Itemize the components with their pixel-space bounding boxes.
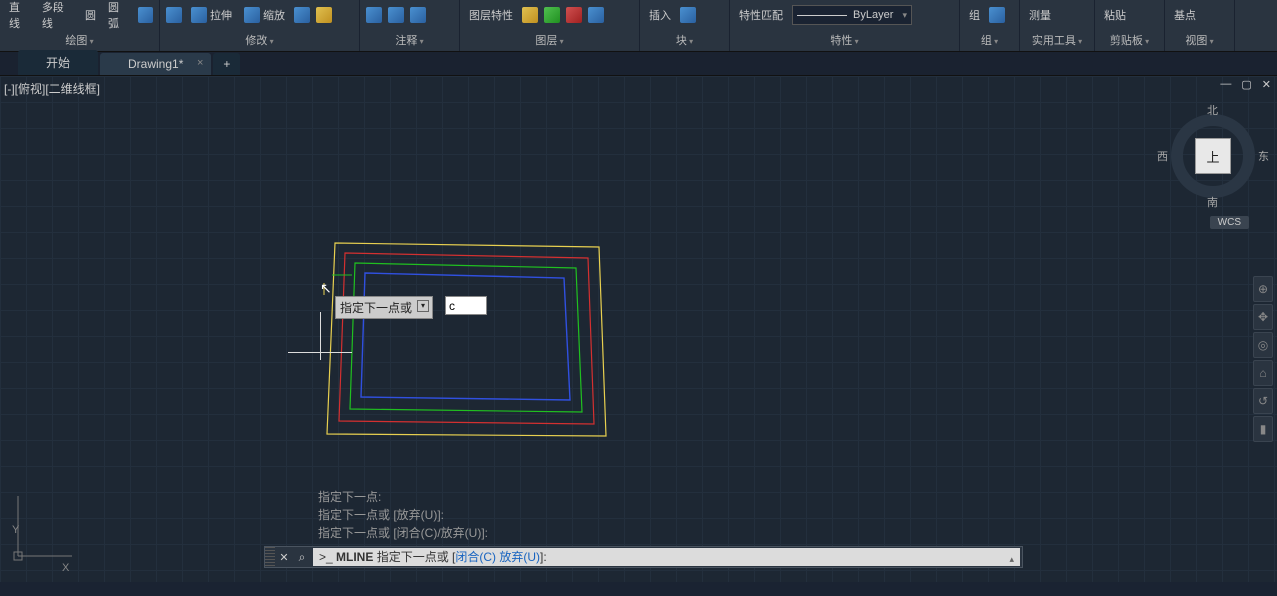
nav-wheel-icon[interactable]: ⊕ bbox=[1253, 276, 1273, 302]
command-line: ✕ ⌕ >_ MLINE 指定下一点或 [闭合(C) 放弃(U)]: bbox=[264, 546, 1023, 568]
drawing-canvas[interactable]: [-][俯视][二维线框] — ▢ ✕ ↖ 指定下一点或 ▾ bbox=[0, 76, 1277, 582]
group-label-layer[interactable]: 图层 bbox=[460, 30, 639, 51]
dynamic-input[interactable] bbox=[445, 296, 487, 315]
ribbon-group-props: 特性匹配 ByLayer 特性 bbox=[730, 0, 960, 51]
dim-icon[interactable] bbox=[388, 7, 404, 23]
navbar-right: ⊕ ✥ ◎ ⌂ ↺ ▮ bbox=[1253, 276, 1275, 442]
nav-orbit-icon[interactable]: ⌂ bbox=[1253, 360, 1273, 386]
ribbon-group-layer: 图层特性 图层 bbox=[460, 0, 640, 51]
layer-props[interactable]: 图层特性 bbox=[466, 5, 516, 25]
nav-pan-icon[interactable]: ✥ bbox=[1253, 304, 1273, 330]
viewcube-east[interactable]: 东 bbox=[1258, 148, 1269, 164]
measure-tool[interactable]: 测量 bbox=[1026, 5, 1054, 25]
group-label-annot[interactable]: 注释 bbox=[360, 30, 459, 51]
layer-icon3[interactable] bbox=[566, 7, 582, 23]
tab-drawing1[interactable]: Drawing1*× bbox=[100, 53, 211, 75]
ribbon-group-clip: 粘贴 剪贴板 bbox=[1095, 0, 1165, 51]
file-tabbar: 开始 Drawing1*× + bbox=[0, 52, 1277, 76]
viewcube-south[interactable]: 南 bbox=[1207, 194, 1218, 210]
tab-start[interactable]: 开始 bbox=[18, 50, 98, 75]
ucs-y-label: Y bbox=[12, 524, 19, 536]
group-label-clip[interactable]: 剪贴板 bbox=[1095, 30, 1164, 51]
viewcube[interactable]: 上 北 南 西 东 bbox=[1163, 106, 1263, 206]
scale-tool[interactable]: 缩放 bbox=[241, 5, 288, 25]
ribbon-group-view: 基点 视图 bbox=[1165, 0, 1235, 51]
array-icon[interactable] bbox=[294, 7, 310, 23]
line-tool[interactable]: 直线 bbox=[6, 0, 33, 33]
group-tool[interactable]: 组 bbox=[966, 5, 983, 25]
wcs-badge[interactable]: WCS bbox=[1210, 216, 1249, 229]
history-line: 指定下一点或 [放弃(U)]: bbox=[318, 506, 488, 524]
ribbon-group-util: 测量 实用工具 bbox=[1020, 0, 1095, 51]
tab-new[interactable]: + bbox=[213, 53, 240, 75]
layer-icon2[interactable] bbox=[544, 7, 560, 23]
base-tool[interactable]: 基点 bbox=[1171, 5, 1199, 25]
group-icon[interactable] bbox=[989, 7, 1005, 23]
ribbon-group-annot: 注释 bbox=[360, 0, 460, 51]
dynamic-prompt: 指定下一点或 ▾ bbox=[335, 296, 433, 319]
ribbon-group-modify: 拉伸 缩放 修改 bbox=[160, 0, 360, 51]
match-props[interactable]: 特性匹配 bbox=[736, 5, 786, 25]
viewcube-face-top[interactable]: 上 bbox=[1195, 138, 1231, 174]
arc-tool[interactable]: 圆弧 bbox=[105, 0, 132, 33]
group-label-draw[interactable]: 绘图 bbox=[0, 30, 159, 51]
group-label-util[interactable]: 实用工具 bbox=[1020, 30, 1094, 51]
command-history: 指定下一点: 指定下一点或 [放弃(U)]: 指定下一点或 [闭合(C)/放弃(… bbox=[318, 488, 488, 542]
stretch-tool[interactable]: 拉伸 bbox=[188, 5, 235, 25]
table-icon[interactable] bbox=[410, 7, 426, 23]
layer-icon1[interactable] bbox=[522, 7, 538, 23]
ucs-icon bbox=[10, 484, 90, 564]
ribbon-toolbar: 直线 多段线 圆 圆弧 绘图 拉伸 缩放 修改 注释 图层特性 bbox=[0, 0, 1277, 52]
nav-more-icon[interactable]: ▮ bbox=[1253, 416, 1273, 442]
group-label-props[interactable]: 特性 bbox=[730, 30, 959, 51]
ribbon-group-group: 组 组 bbox=[960, 0, 1020, 51]
history-line: 指定下一点: bbox=[318, 488, 488, 506]
cmd-search-icon[interactable]: ⌕ bbox=[293, 550, 311, 565]
group-label-modify[interactable]: 修改 bbox=[160, 30, 359, 51]
nav-zoom-icon[interactable]: ◎ bbox=[1253, 332, 1273, 358]
circle-tool[interactable]: 圆 bbox=[82, 5, 99, 25]
group-label-block[interactable]: 块 bbox=[640, 30, 729, 51]
paste-tool[interactable]: 粘贴 bbox=[1101, 5, 1129, 25]
ribbon-group-draw: 直线 多段线 圆 圆弧 绘图 bbox=[0, 0, 160, 51]
mline-drawing bbox=[0, 76, 1277, 582]
viewcube-west[interactable]: 西 bbox=[1157, 148, 1168, 164]
fillet-icon[interactable] bbox=[316, 7, 332, 23]
insert-tool[interactable]: 插入 bbox=[646, 5, 674, 25]
cmd-close-icon[interactable]: ✕ bbox=[275, 551, 293, 564]
history-line: 指定下一点或 [闭合(C)/放弃(U)]: bbox=[318, 524, 488, 542]
chevron-down-icon[interactable]: ▾ bbox=[417, 300, 429, 312]
close-icon[interactable]: × bbox=[197, 57, 203, 69]
block-icon[interactable] bbox=[680, 7, 696, 23]
ucs-x-label: X bbox=[62, 562, 69, 574]
ribbon-group-block: 插入 块 bbox=[640, 0, 730, 51]
move-icon[interactable] bbox=[166, 7, 182, 23]
hatch-icon[interactable] bbox=[138, 7, 153, 23]
crosshair-horizontal bbox=[288, 352, 352, 353]
cmd-drag-handle[interactable] bbox=[265, 547, 275, 567]
text-icon[interactable] bbox=[366, 7, 382, 23]
viewcube-north[interactable]: 北 bbox=[1207, 102, 1218, 118]
command-input[interactable]: >_ MLINE 指定下一点或 [闭合(C) 放弃(U)]: bbox=[313, 548, 1020, 566]
layer-icon4[interactable] bbox=[588, 7, 604, 23]
polyline-tool[interactable]: 多段线 bbox=[39, 0, 76, 33]
linetype-combo[interactable]: ByLayer bbox=[792, 5, 912, 25]
group-label-group[interactable]: 组 bbox=[960, 30, 1019, 51]
cursor-arrow-icon: ↖ bbox=[320, 280, 332, 297]
nav-showmotion-icon[interactable]: ↺ bbox=[1253, 388, 1273, 414]
group-label-view[interactable]: 视图 bbox=[1165, 30, 1234, 51]
